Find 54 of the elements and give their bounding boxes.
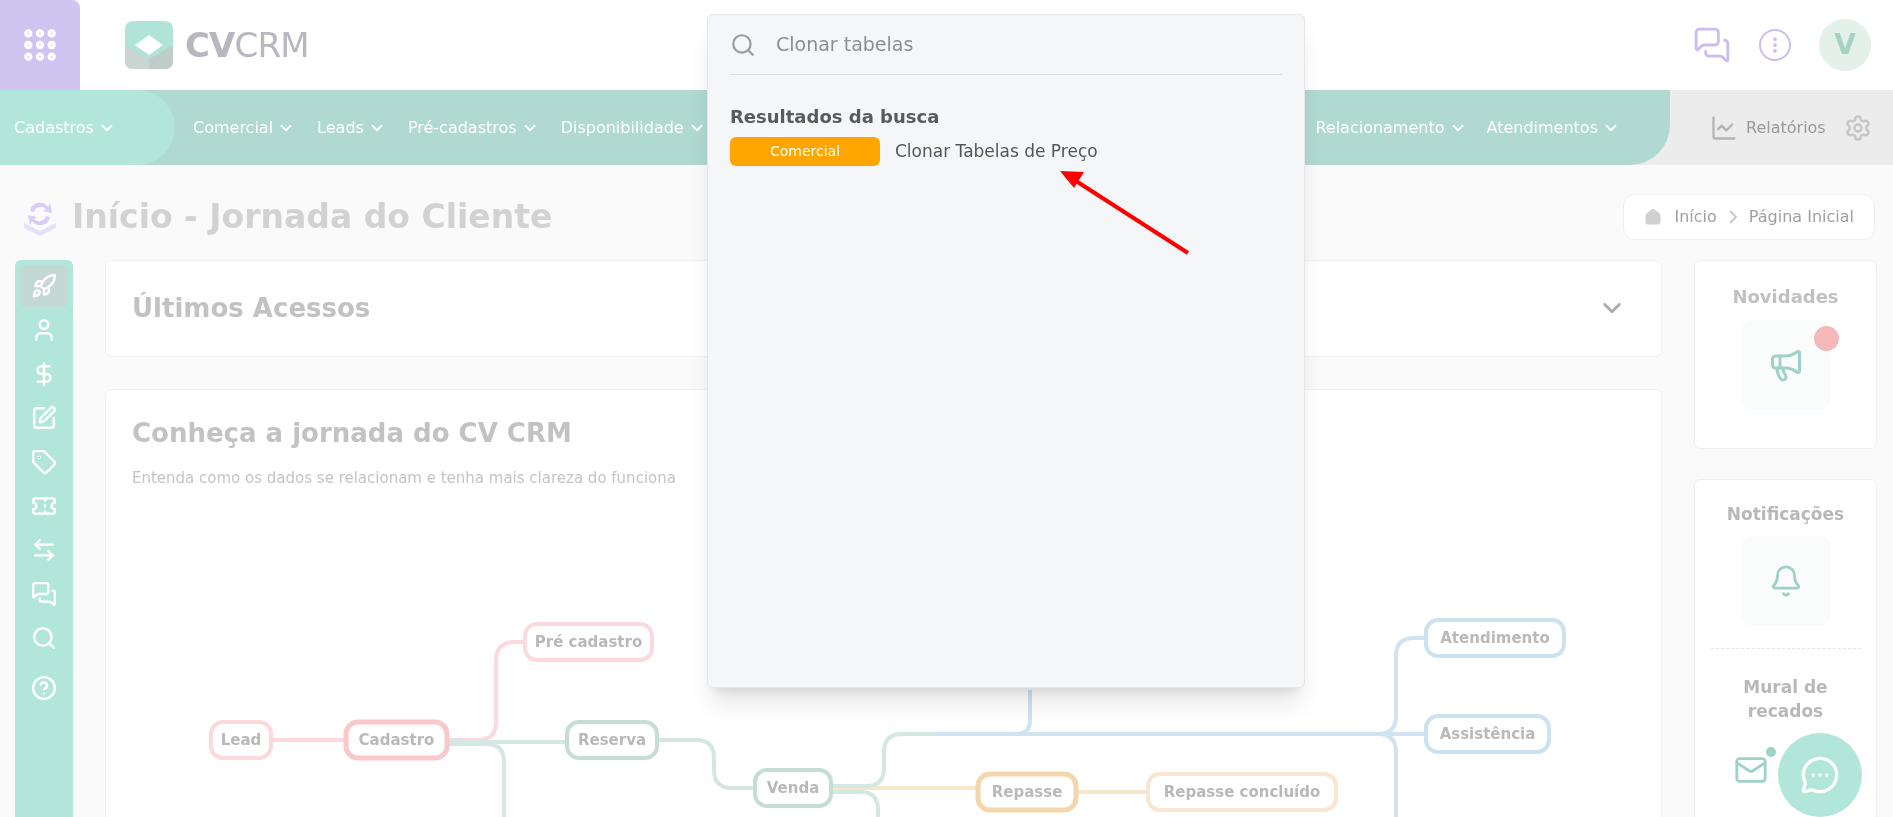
logo-text: CVCRM — [185, 23, 309, 67]
nav-menu-item[interactable]: Atendimentos — [1480, 90, 1626, 165]
arrows-icon — [31, 536, 57, 563]
panel-title: Mural de recados — [1742, 675, 1829, 723]
help-icon — [31, 674, 57, 701]
flow-node: Lead — [209, 719, 273, 760]
nav-menu-item[interactable]: Comercial — [187, 90, 302, 165]
search-field[interactable]: Clonar tabelas — [776, 30, 1282, 59]
panel-title: Notificações — [1725, 502, 1846, 526]
search-result[interactable]: Comercial Clonar Tabelas de Preço — [730, 137, 1098, 166]
chat-icon — [31, 580, 57, 607]
result-title: Clonar Tabelas de Preço — [895, 139, 1098, 163]
nav-menu-item[interactable]: Relacionamento — [1309, 90, 1473, 165]
breadcrumb-current: Página Inicial — [1748, 205, 1854, 228]
chat-bubble-icon — [1800, 755, 1840, 795]
flow-node: Assistência — [1424, 713, 1551, 754]
flow-node: Repasse concluído — [1146, 771, 1338, 812]
flow-node: Atendimento — [1424, 617, 1566, 658]
logo-icon — [125, 21, 173, 69]
results-heading: Resultados da busca — [730, 105, 941, 129]
chat-icon[interactable] — [1693, 26, 1731, 64]
rocket-icon — [31, 272, 57, 299]
reports-link[interactable]: Relatórios — [1710, 113, 1826, 142]
chevron-right-icon — [1728, 209, 1737, 224]
search-icon — [730, 31, 756, 58]
connector-line — [1078, 789, 1146, 794]
home-icon — [1644, 207, 1663, 226]
tag-icon — [31, 448, 57, 475]
flow-node: Repasse — [975, 771, 1079, 812]
chart-icon — [1710, 113, 1738, 142]
user-avatar[interactable]: V — [1819, 19, 1871, 71]
nav-menu-item[interactable]: Disponibilidade — [554, 90, 712, 165]
search-icon — [31, 624, 57, 651]
sidebar-item[interactable] — [20, 264, 68, 307]
category-badge: Comercial — [730, 137, 880, 166]
more-options-icon[interactable] — [1759, 29, 1791, 61]
flow-node: Venda — [753, 767, 833, 808]
nav-menu-item[interactable]: Pré-cadastros — [401, 90, 545, 165]
card-title: Últimos Acessos — [132, 291, 371, 325]
panel-title: Novidades — [1732, 284, 1839, 309]
nav-menu-item[interactable]: Cadastros — [0, 90, 175, 165]
edit-icon — [31, 404, 57, 431]
apps-menu-button[interactable] — [0, 0, 80, 90]
breadcrumb-link[interactable]: Início — [1674, 204, 1717, 229]
settings-icon[interactable] — [1843, 113, 1872, 142]
flow-node: Pré cadastro — [523, 621, 654, 662]
card-subtitle: Entenda como os dados se relacionam e tenha mais clareza do funciona — [132, 467, 677, 489]
news-button[interactable] — [1740, 319, 1831, 410]
flow-node: Cadastro — [343, 719, 450, 760]
card-title: Conheça a jornada do CV CRM — [132, 416, 573, 450]
flow-node: Reserva — [565, 719, 659, 760]
panel-button[interactable] — [1740, 535, 1831, 626]
connector-line — [273, 737, 344, 742]
nav-menu-item[interactable]: Leads — [311, 90, 392, 165]
